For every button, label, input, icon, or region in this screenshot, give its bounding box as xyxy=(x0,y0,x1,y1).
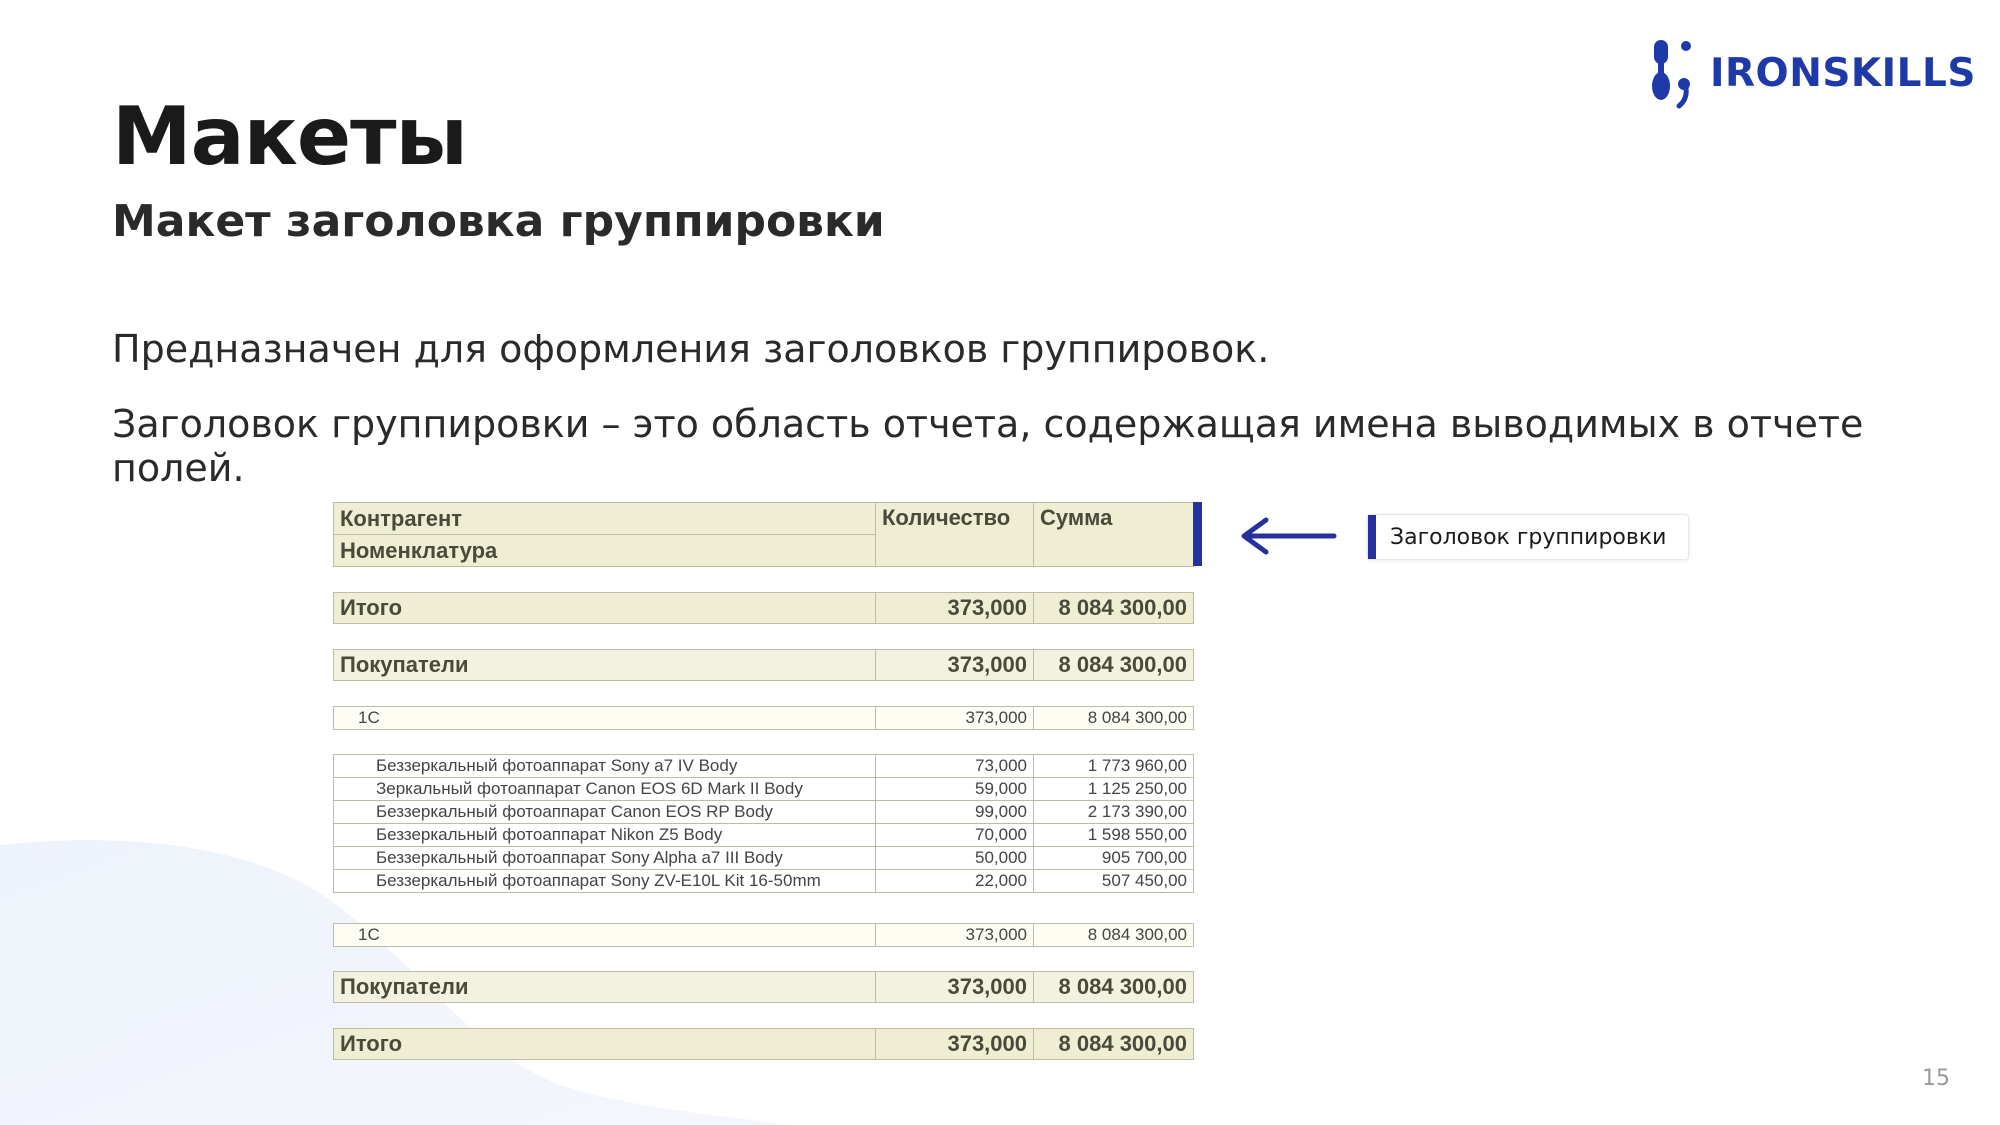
table-row: Беззеркальный фотоаппарат Canon EOS RP B… xyxy=(333,800,1194,824)
subgroup-row: 1С 373,000 8 084 300,00 xyxy=(333,706,1194,730)
total-label: Итого xyxy=(333,1028,876,1060)
total-top-table: Итого 373,000 8 084 300,00 xyxy=(333,592,1194,624)
group-top-table: Покупатели 373,000 8 084 300,00 xyxy=(333,649,1194,681)
page-number: 15 xyxy=(1922,1066,1950,1091)
detail-quantity: 99,000 xyxy=(875,800,1034,824)
detail-name: Беззеркальный фотоаппарат Canon EOS RP B… xyxy=(333,800,876,824)
subgroup-top-table: 1С 373,000 8 084 300,00 xyxy=(333,706,1194,730)
detail-sum: 1 598 550,00 xyxy=(1033,823,1194,847)
header-row: Контрагент Количество Сумма xyxy=(333,502,1194,567)
detail-name: Беззеркальный фотоаппарат Nikon Z5 Body xyxy=(333,823,876,847)
header-quantity: Количество xyxy=(875,502,1034,567)
ironskills-logo-icon xyxy=(1652,40,1691,109)
total-row: Итого 373,000 8 084 300,00 xyxy=(333,592,1194,624)
total-bottom-table: Итого 373,000 8 084 300,00 xyxy=(333,1028,1194,1060)
grouping-header-table: Контрагент Количество Сумма Номенклатура xyxy=(333,502,1194,567)
total-sum: 8 084 300,00 xyxy=(1033,592,1194,624)
total-quantity: 373,000 xyxy=(875,592,1034,624)
detail-sum: 1 773 960,00 xyxy=(1033,754,1194,778)
total-label: Итого xyxy=(333,592,876,624)
detail-quantity: 73,000 xyxy=(875,754,1034,778)
header-highlight-bar xyxy=(1193,502,1202,566)
detail-sum: 905 700,00 xyxy=(1033,846,1194,870)
callout-label: Заголовок группировки xyxy=(1367,514,1689,560)
table-row: Беззеркальный фотоаппарат Sony ZV-E10L K… xyxy=(333,869,1194,893)
table-row: Зеркальный фотоаппарат Canon EOS 6D Mark… xyxy=(333,777,1194,801)
header-counterparty: Контрагент xyxy=(333,502,876,535)
details-table: Беззеркальный фотоаппарат Sony a7 IV Bod… xyxy=(333,754,1194,893)
table-row: Беззеркальный фотоаппарат Sony Alpha a7 … xyxy=(333,846,1194,870)
arrow-left-icon xyxy=(1241,517,1337,555)
total-row: Итого 373,000 8 084 300,00 xyxy=(333,1028,1194,1060)
table-row: Беззеркальный фотоаппарат Nikon Z5 Body … xyxy=(333,823,1194,847)
table-row: Беззеркальный фотоаппарат Sony a7 IV Bod… xyxy=(333,754,1194,778)
subgroup-bottom-table: 1С 373,000 8 084 300,00 xyxy=(333,923,1194,947)
slide-title: Макеты xyxy=(112,90,468,183)
group-label: Покупатели xyxy=(333,971,876,1003)
detail-quantity: 70,000 xyxy=(875,823,1034,847)
detail-sum: 2 173 390,00 xyxy=(1033,800,1194,824)
detail-name: Зеркальный фотоаппарат Canon EOS 6D Mark… xyxy=(333,777,876,801)
detail-name: Беззеркальный фотоаппарат Sony ZV-E10L K… xyxy=(333,869,876,893)
brand-name: IRONSKILLS xyxy=(1710,50,1976,96)
detail-name: Беззеркальный фотоаппарат Sony Alpha a7 … xyxy=(333,846,876,870)
header-sum: Сумма xyxy=(1033,502,1194,567)
subgroup-label: 1С xyxy=(333,923,876,947)
subgroup-sum: 8 084 300,00 xyxy=(1033,923,1194,947)
group-bottom-table: Покупатели 373,000 8 084 300,00 xyxy=(333,971,1194,1003)
group-sum: 8 084 300,00 xyxy=(1033,649,1194,681)
total-quantity: 373,000 xyxy=(875,1028,1034,1060)
description-line-1: Предназначен для оформления заголовков г… xyxy=(112,327,1270,371)
group-label: Покупатели xyxy=(333,649,876,681)
subgroup-row: 1С 373,000 8 084 300,00 xyxy=(333,923,1194,947)
total-sum: 8 084 300,00 xyxy=(1033,1028,1194,1060)
slide-subtitle: Макет заголовка группировки xyxy=(112,196,885,247)
group-sum: 8 084 300,00 xyxy=(1033,971,1194,1003)
detail-sum: 1 125 250,00 xyxy=(1033,777,1194,801)
subgroup-quantity: 373,000 xyxy=(875,706,1034,730)
callout-text: Заголовок группировки xyxy=(1390,524,1667,550)
description-line-2: Заголовок группировки – это область отче… xyxy=(112,402,1864,490)
group-quantity: 373,000 xyxy=(875,971,1034,1003)
detail-name: Беззеркальный фотоаппарат Sony a7 IV Bod… xyxy=(333,754,876,778)
detail-quantity: 22,000 xyxy=(875,869,1034,893)
group-row: Покупатели 373,000 8 084 300,00 xyxy=(333,649,1194,681)
subgroup-label: 1С xyxy=(333,706,876,730)
header-nomenclature: Номенклатура xyxy=(333,534,876,567)
group-quantity: 373,000 xyxy=(875,649,1034,681)
subgroup-sum: 8 084 300,00 xyxy=(1033,706,1194,730)
ironskills-logo: IRONSKILLS xyxy=(1648,36,1976,110)
callout-accent-bar xyxy=(1368,515,1376,559)
detail-sum: 507 450,00 xyxy=(1033,869,1194,893)
subgroup-quantity: 373,000 xyxy=(875,923,1034,947)
group-row: Покупатели 373,000 8 084 300,00 xyxy=(333,971,1194,1003)
detail-quantity: 59,000 xyxy=(875,777,1034,801)
detail-quantity: 50,000 xyxy=(875,846,1034,870)
